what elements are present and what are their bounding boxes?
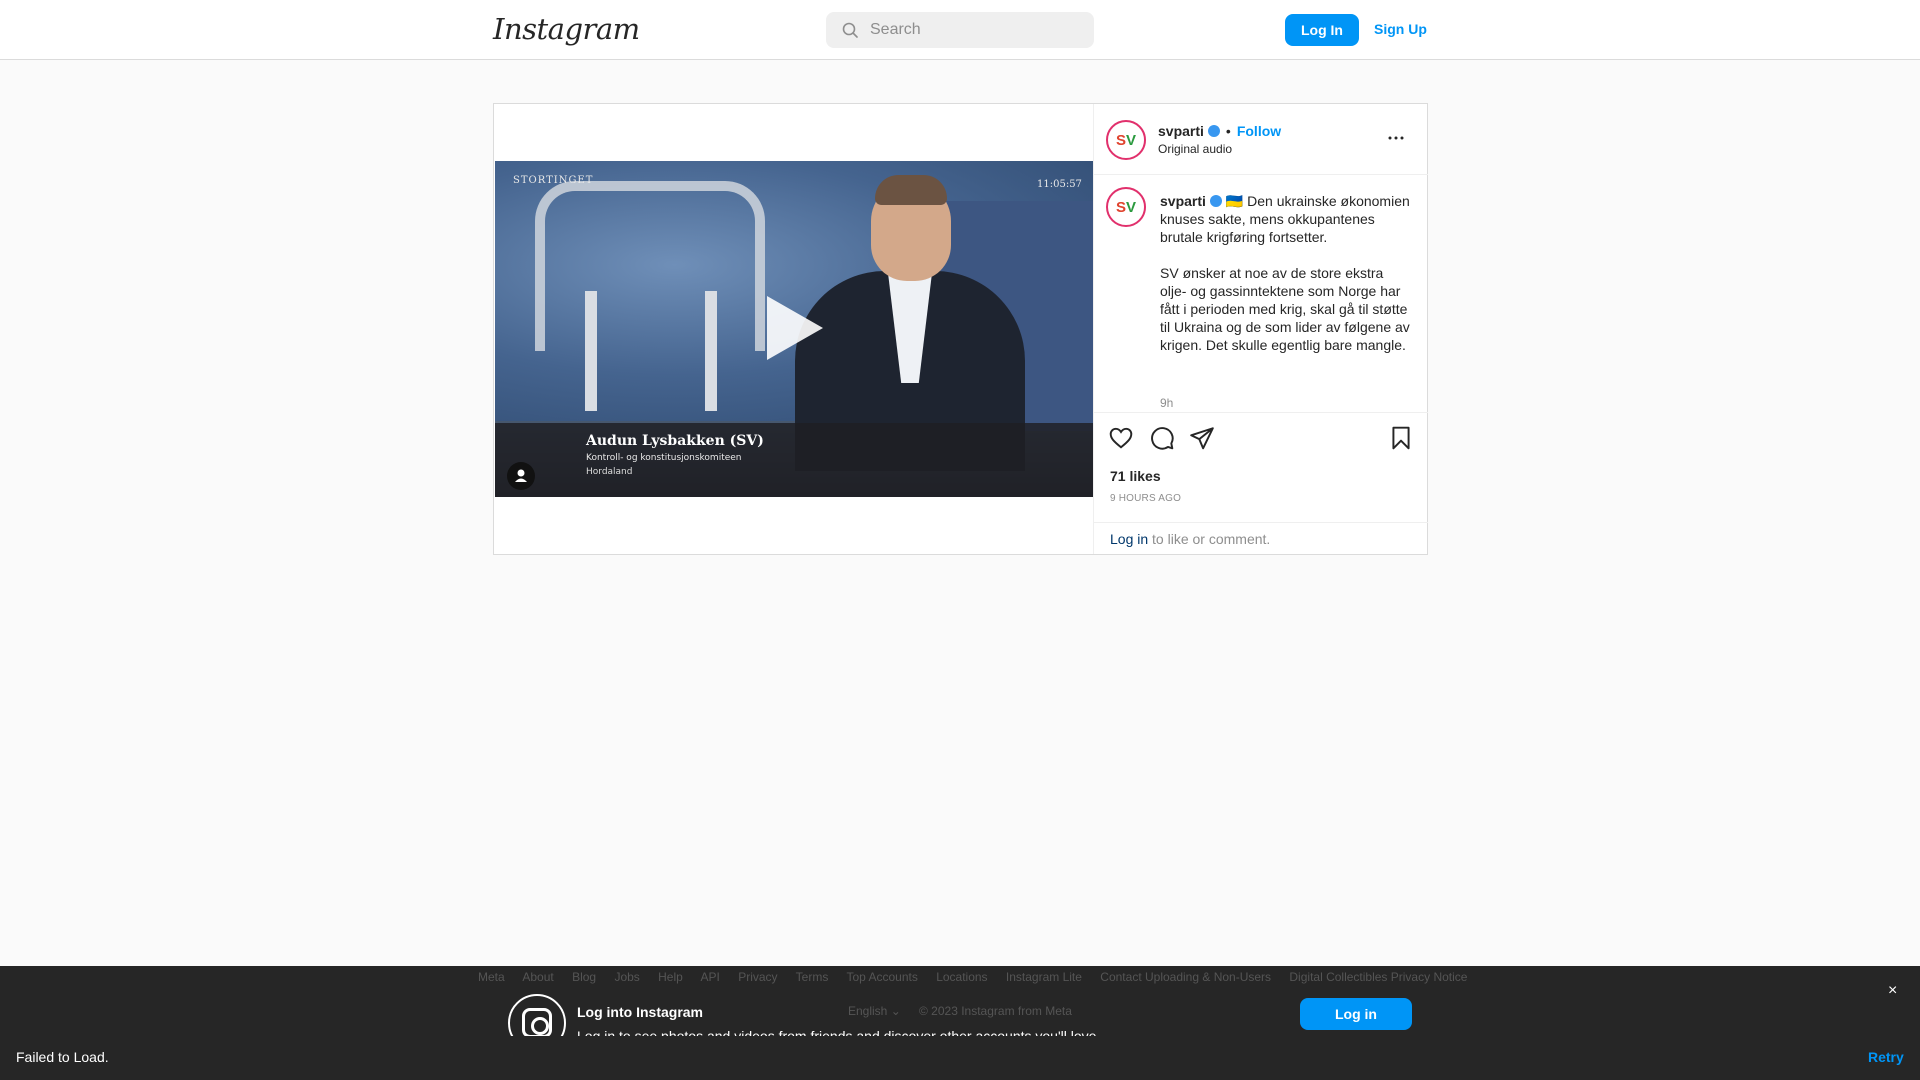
search-box[interactable] [826, 12, 1094, 48]
sv-logo-icon: SV [1115, 198, 1137, 216]
footer-link[interactable]: Meta [478, 970, 505, 984]
caption-username[interactable]: svparti [1160, 193, 1206, 209]
footer-link[interactable]: Help [658, 970, 683, 984]
post-card: STORTINGET 11:05:57 Audun Lysbakken (SV)… [493, 103, 1428, 555]
footer-link[interactable]: Privacy [738, 970, 777, 984]
signup-link[interactable]: Sign Up [1374, 21, 1427, 37]
channel-watermark: STORTINGET [513, 175, 594, 186]
avatar[interactable]: SV [1106, 187, 1146, 227]
login-button[interactable]: Log In [1285, 14, 1359, 46]
banner-title: Log into Instagram [577, 1004, 703, 1020]
footer-link[interactable]: Instagram Lite [1006, 970, 1082, 984]
user-icon [515, 469, 527, 482]
login-link[interactable]: Log in [1110, 531, 1148, 547]
footer-link[interactable]: API [701, 970, 720, 984]
play-icon[interactable] [767, 296, 823, 360]
footer-link[interactable]: Jobs [614, 970, 639, 984]
follow-button[interactable]: Follow [1237, 123, 1281, 139]
speaker-name: Audun Lysbakken (SV) [586, 433, 764, 449]
caption-text: Den ukrainske økonomien knuses sakte, me… [1160, 193, 1410, 353]
search-input[interactable] [870, 12, 1085, 48]
login-banner: Meta About Blog Jobs Help API Privacy Te… [0, 966, 1920, 1052]
likes-count[interactable]: 71 likes [1110, 468, 1161, 484]
chevron-down-icon: ⌄ [890, 1004, 901, 1018]
banner-login-button[interactable]: Log in [1300, 998, 1412, 1030]
post-sidebar: SV svparti • Follow Original audio SV svpa… [1093, 104, 1428, 554]
footer-link[interactable]: About [522, 970, 553, 984]
audio-link[interactable]: Original audio [1158, 142, 1232, 156]
footer-link[interactable]: Locations [936, 970, 987, 984]
footer-links: Meta About Blog Jobs Help API Privacy Te… [478, 970, 1482, 984]
comment-icon[interactable] [1149, 425, 1175, 451]
language-label: English [848, 1004, 888, 1018]
footer-link[interactable]: Terms [796, 970, 829, 984]
separator-dot: • [1225, 123, 1231, 139]
header-user-line: svparti • Follow [1158, 123, 1281, 139]
caption-block: svparti 🇺🇦 Den ukrainske økonomien knuse… [1160, 192, 1410, 354]
post-actions: 71 likes 9 HOURS AGO [1094, 412, 1428, 522]
language-selector[interactable]: English ⌄ [848, 1004, 901, 1018]
copyright: © 2023 Instagram from Meta [919, 1004, 1072, 1018]
chair-leg [585, 291, 597, 411]
speaker-county: Hordaland [586, 467, 633, 477]
caption-section: SV svparti 🇺🇦 Den ukrainske økonomien kn… [1094, 175, 1428, 415]
verified-badge-icon [1207, 125, 1220, 137]
chair-back [535, 181, 765, 351]
footer-link[interactable]: Top Accounts [846, 970, 917, 984]
footer-link[interactable]: Contact Uploading & Non-Users [1100, 970, 1271, 984]
error-message: Failed to Load. [16, 1049, 109, 1065]
heart-icon[interactable] [1108, 425, 1134, 451]
post-media: STORTINGET 11:05:57 Audun Lysbakken (SV)… [494, 104, 1093, 554]
instagram-logo[interactable]: Instagram [493, 12, 640, 46]
footer-link[interactable]: Blog [572, 970, 596, 984]
share-icon[interactable] [1189, 425, 1215, 451]
top-navigation: Instagram Log In Sign Up [0, 0, 1920, 60]
verified-badge-icon [1209, 195, 1222, 207]
retry-button[interactable]: Retry [1868, 1049, 1904, 1065]
lower-third [495, 423, 1093, 497]
sv-logo-icon: SV [1115, 131, 1137, 149]
post-time-ago: 9 HOURS AGO [1110, 493, 1182, 504]
chair-leg [705, 291, 717, 411]
post-header: SV svparti • Follow Original audio [1094, 104, 1428, 175]
tagged-user-button[interactable] [507, 462, 535, 490]
video-player[interactable]: STORTINGET 11:05:57 Audun Lysbakken (SV)… [495, 161, 1093, 497]
login-prompt-text: to like or comment. [1148, 531, 1271, 547]
avatar[interactable]: SV [1106, 120, 1146, 160]
error-toast: Failed to Load. Retry [0, 1036, 1920, 1080]
video-clock: 11:05:57 [1037, 179, 1082, 190]
bookmark-icon[interactable] [1388, 425, 1414, 451]
instagram-camera-icon [522, 1008, 552, 1038]
footer-link[interactable]: Digital Collectibles Privacy Notice [1289, 970, 1467, 984]
login-prompt: Log in to like or comment. [1094, 522, 1428, 554]
speaker-committee: Kontroll- og konstitusjonskomiteen [586, 453, 742, 463]
more-options-icon[interactable] [1384, 126, 1408, 150]
caption-flag: 🇺🇦 [1225, 193, 1244, 209]
close-icon[interactable]: × [1888, 982, 1897, 1000]
username-link[interactable]: svparti [1158, 123, 1204, 139]
caption-timestamp: 9h [1160, 396, 1174, 410]
speaker-hair [875, 175, 947, 205]
search-icon [842, 22, 858, 38]
